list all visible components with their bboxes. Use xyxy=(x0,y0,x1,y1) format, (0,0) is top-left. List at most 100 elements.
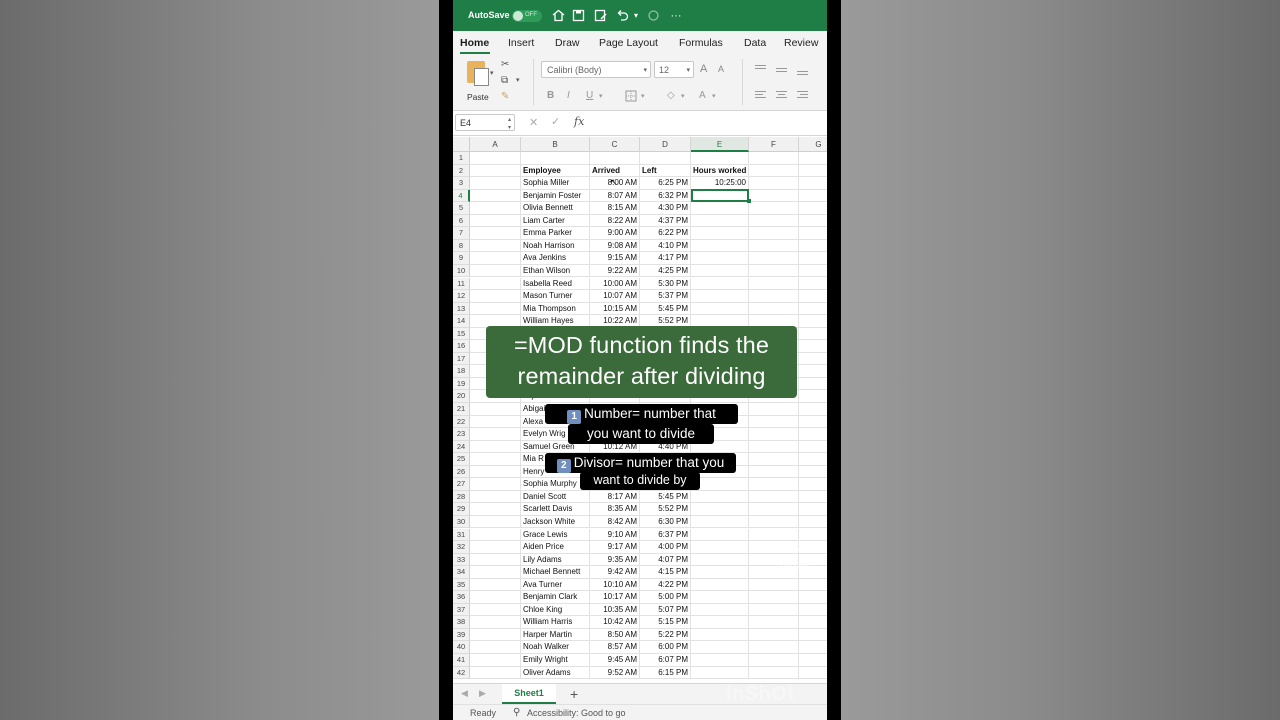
autosave-toggle[interactable]: OFF xyxy=(512,10,542,22)
cell[interactable]: Aiden Price xyxy=(521,541,590,554)
cell[interactable] xyxy=(470,177,521,190)
cell[interactable] xyxy=(749,302,799,316)
cell[interactable] xyxy=(691,239,749,253)
cell[interactable] xyxy=(749,666,799,680)
row-header[interactable]: 41 xyxy=(453,654,470,667)
cell[interactable] xyxy=(749,277,799,291)
font-color-icon[interactable]: A xyxy=(699,90,706,101)
cell[interactable]: 8:22 AM xyxy=(590,214,640,228)
cell[interactable] xyxy=(799,252,827,265)
cell[interactable] xyxy=(470,641,521,654)
cell[interactable] xyxy=(470,528,521,542)
cell[interactable] xyxy=(799,265,827,278)
cell[interactable] xyxy=(799,441,827,454)
cell[interactable]: Employee xyxy=(521,164,590,178)
cell[interactable]: 6:22 PM xyxy=(640,227,691,240)
row-header[interactable]: 35 xyxy=(453,578,470,592)
row-header[interactable]: 22 xyxy=(453,415,470,429)
cell[interactable] xyxy=(691,214,749,228)
name-box[interactable]: E4 ▴ ▾ xyxy=(455,114,515,131)
cell[interactable] xyxy=(470,654,521,667)
cell[interactable] xyxy=(799,466,827,479)
cell[interactable] xyxy=(799,227,827,240)
bold-button[interactable]: B xyxy=(547,90,554,101)
row-header[interactable]: 4 xyxy=(453,189,470,203)
cell[interactable]: 10:17 AM xyxy=(590,591,640,604)
cell[interactable] xyxy=(470,214,521,228)
cell[interactable] xyxy=(470,578,521,592)
cell[interactable] xyxy=(799,616,827,629)
font-color-dropdown-icon[interactable]: ▾ xyxy=(712,92,716,100)
cell[interactable] xyxy=(691,528,749,542)
cell[interactable] xyxy=(691,490,749,504)
cell[interactable]: Ethan Wilson xyxy=(521,264,590,278)
cell[interactable]: 5:22 PM xyxy=(640,628,691,642)
row-header[interactable]: 31 xyxy=(453,528,470,542)
cancel-icon[interactable]: ✕ xyxy=(529,116,538,129)
cell[interactable] xyxy=(749,428,799,441)
row-header[interactable]: 21 xyxy=(453,403,470,416)
cell[interactable]: 4:17 PM xyxy=(640,252,691,265)
row-header[interactable]: 26 xyxy=(453,465,470,479)
cell[interactable] xyxy=(749,465,799,479)
add-sheet-button[interactable]: + xyxy=(570,686,578,702)
cell[interactable]: Olivia Bennett xyxy=(521,202,590,215)
row-header[interactable]: 3 xyxy=(453,177,470,190)
tab-review[interactable]: Review xyxy=(784,37,818,49)
cell[interactable] xyxy=(691,515,749,529)
cell[interactable]: Benjamin Clark xyxy=(521,591,590,604)
cell[interactable]: 10:07 AM xyxy=(590,290,640,303)
cell[interactable]: 4:25 PM xyxy=(640,264,691,278)
cell[interactable] xyxy=(749,177,799,190)
cell[interactable] xyxy=(749,478,799,491)
redo-icon[interactable] xyxy=(646,9,660,23)
cell[interactable] xyxy=(799,215,827,228)
cell[interactable]: 8:07 AM xyxy=(590,189,640,203)
cell[interactable] xyxy=(799,604,827,617)
cell[interactable]: Scarlett Davis xyxy=(521,503,590,516)
cell[interactable]: William Harris xyxy=(521,616,590,629)
cell[interactable] xyxy=(749,290,799,303)
cell[interactable] xyxy=(799,654,827,667)
row-header[interactable]: 32 xyxy=(453,541,470,554)
cell[interactable] xyxy=(470,553,521,567)
save-as-icon[interactable] xyxy=(593,9,607,23)
insert-function-button[interactable]: fx xyxy=(574,115,584,128)
cell[interactable]: Michael Bennett xyxy=(521,566,590,579)
cell[interactable]: 6:07 PM xyxy=(640,654,691,667)
select-all-corner[interactable] xyxy=(453,137,470,152)
cell[interactable] xyxy=(521,152,590,165)
cell[interactable] xyxy=(749,616,799,629)
cell[interactable] xyxy=(749,628,799,642)
cell[interactable]: 8:57 AM xyxy=(590,641,640,654)
cell[interactable] xyxy=(470,541,521,554)
row-header[interactable]: 28 xyxy=(453,490,470,504)
cell[interactable]: 5:15 PM xyxy=(640,616,691,629)
cell[interactable] xyxy=(799,378,827,391)
cell[interactable] xyxy=(691,252,749,265)
row-header[interactable]: 19 xyxy=(453,377,470,391)
cell[interactable] xyxy=(799,315,827,328)
cell[interactable] xyxy=(749,490,799,504)
row-header[interactable]: 11 xyxy=(453,277,470,291)
cell[interactable]: Emma Parker xyxy=(521,227,590,240)
tab-page-layout[interactable]: Page Layout xyxy=(599,37,658,49)
row-header[interactable]: 40 xyxy=(453,641,470,654)
cell[interactable] xyxy=(749,202,799,215)
cell[interactable]: 5:52 PM xyxy=(640,503,691,516)
cell[interactable] xyxy=(799,365,827,378)
tab-data[interactable]: Data xyxy=(744,37,766,49)
cell[interactable] xyxy=(799,667,827,680)
cell[interactable]: 9:52 AM xyxy=(590,666,640,680)
cell[interactable] xyxy=(749,641,799,654)
cell[interactable] xyxy=(691,641,749,654)
cell[interactable] xyxy=(799,453,827,466)
column-header-f[interactable]: F xyxy=(749,137,799,152)
cell[interactable] xyxy=(749,214,799,228)
cell[interactable]: 8:50 AM xyxy=(590,628,640,642)
row-header[interactable]: 6 xyxy=(453,214,470,228)
cell[interactable]: 9:22 AM xyxy=(590,264,640,278)
cell[interactable] xyxy=(691,202,749,215)
format-painter-icon[interactable]: ✎ xyxy=(501,91,509,102)
cell[interactable] xyxy=(749,515,799,529)
